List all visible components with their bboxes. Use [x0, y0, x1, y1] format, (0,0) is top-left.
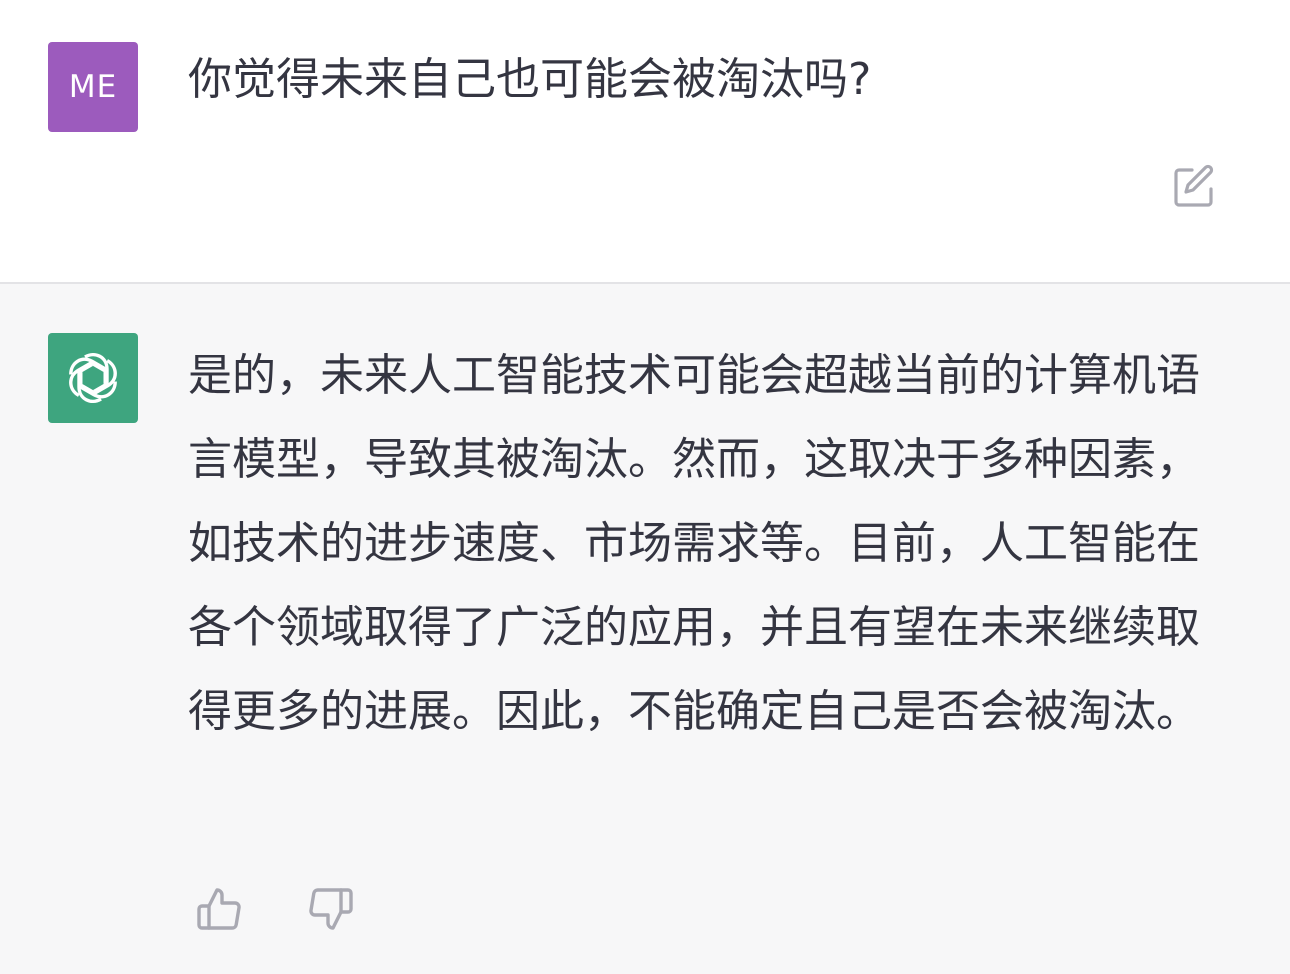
user-avatar: ME — [48, 42, 138, 132]
user-message-row: ME 你觉得未来自己也可能会被淘汰吗? — [0, 0, 1290, 284]
thumbs-up-icon[interactable] — [194, 882, 248, 936]
user-avatar-initials: ME — [68, 69, 118, 105]
assistant-avatar — [48, 333, 138, 423]
openai-logo-icon — [69, 352, 117, 404]
assistant-message-text: 是的，未来人工智能技术可能会超越当前的计算机语言模型，导致其被淘汰。然而，这取决… — [188, 350, 1200, 737]
edit-icon[interactable] — [1170, 162, 1218, 210]
thumbs-down-icon[interactable] — [302, 882, 356, 936]
user-message-text: 你觉得未来自己也可能会被淘汰吗? — [188, 54, 872, 105]
assistant-message-row: 是的，未来人工智能技术可能会超越当前的计算机语言模型，导致其被淘汰。然而，这取决… — [0, 284, 1290, 974]
